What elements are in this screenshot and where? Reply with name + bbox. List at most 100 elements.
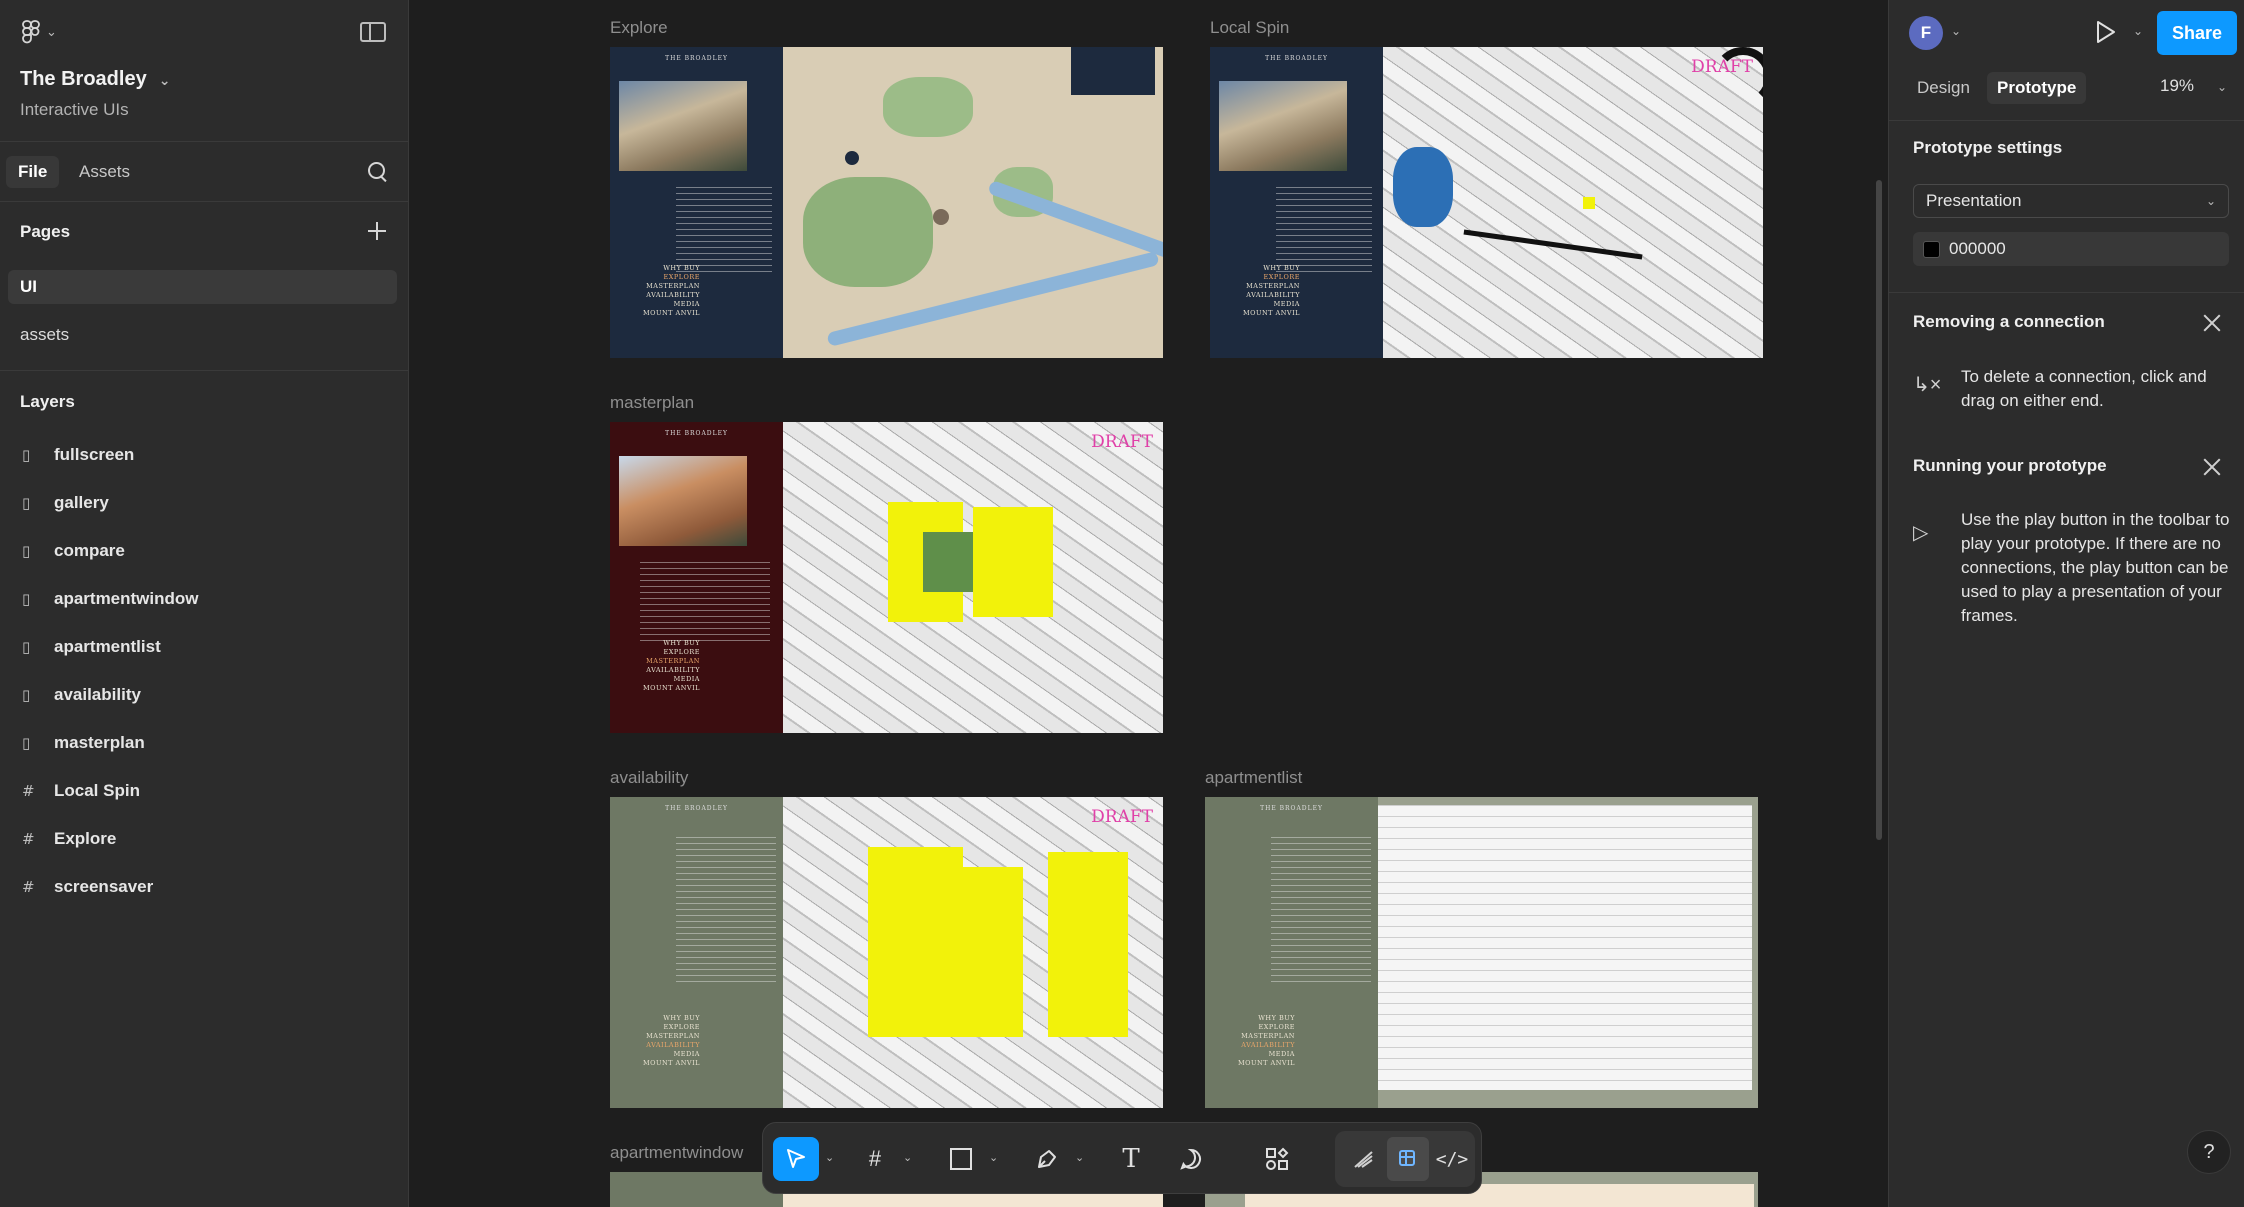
- comment-tool-button[interactable]: [1169, 1137, 1213, 1181]
- device-select[interactable]: Presentation ⌄: [1913, 184, 2229, 218]
- draw-mode-button[interactable]: [1343, 1137, 1385, 1181]
- close-icon[interactable]: [2203, 458, 2221, 476]
- frame-local-spin[interactable]: THE BROADLEY WHY BUY EXPLORE MASTERPLAN …: [1210, 47, 1763, 358]
- project-name-button[interactable]: The Broadley ⌄: [20, 68, 170, 91]
- chevron-down-icon[interactable]: ⌄: [2217, 80, 2227, 94]
- highlight-building: [963, 867, 1023, 1037]
- layer-label: Explore: [54, 829, 117, 848]
- frame-tool-button[interactable]: #: [853, 1137, 897, 1181]
- chevron-down-icon[interactable]: ⌄: [1951, 24, 1961, 38]
- running-prototype-heading: Running your prototype: [1913, 456, 2107, 475]
- pages-heading: Pages: [20, 222, 71, 241]
- dev-mode-button[interactable]: </>: [1431, 1137, 1473, 1181]
- layer-item[interactable]: ▯ masterplan: [22, 728, 145, 758]
- page-item-ui[interactable]: UI: [8, 270, 397, 304]
- frame-label-local-spin[interactable]: Local Spin: [1210, 18, 1289, 38]
- close-icon[interactable]: [2203, 314, 2221, 332]
- menu-item: EXPLORE: [663, 1023, 700, 1031]
- left-tabs: File Assets: [0, 142, 408, 202]
- canvas[interactable]: Explore THE BROADLEY WHY BUY EXPLORE MAS…: [410, 0, 1888, 1207]
- menu-item: AVAILABILITY: [1241, 1041, 1295, 1049]
- frame-sidebar: THE BROADLEY WHY BUY EXPLORE MASTERPLAN …: [610, 422, 783, 733]
- layer-item[interactable]: # screensaver: [22, 872, 153, 902]
- layer-item[interactable]: ▯ fullscreen: [22, 440, 134, 470]
- map-marker: [845, 151, 859, 165]
- add-page-icon[interactable]: [368, 222, 386, 240]
- frame-apartmentlist[interactable]: THE BROADLEY WHY BUY EXPLORE MASTERPLAN …: [1205, 797, 1758, 1108]
- frame-label-availability[interactable]: availability: [610, 768, 688, 788]
- component-icon: ▯: [22, 494, 31, 512]
- menu-item: MEDIA: [1268, 1050, 1295, 1058]
- zoom-level[interactable]: 19%: [2160, 76, 2194, 96]
- layer-label: availability: [54, 685, 141, 704]
- frame-label-apartmentlist[interactable]: apartmentlist: [1205, 768, 1302, 788]
- prototype-settings-heading: Prototype settings: [1913, 138, 2063, 157]
- bottom-toolbar: ⌄ # ⌄ ⌄ ⌄ T </>: [762, 1122, 1482, 1194]
- frame-sidebar: THE BROADLEY WHY BUY EXPLORE MASTERPLAN …: [1205, 797, 1378, 1108]
- apartment-table: [1378, 805, 1752, 1090]
- move-tool-button[interactable]: [773, 1137, 819, 1181]
- tab-design[interactable]: Design: [1907, 72, 1980, 104]
- chevron-down-icon: ⌄: [46, 24, 57, 39]
- resources-icon: [1266, 1147, 1289, 1170]
- frame-explore[interactable]: THE BROADLEY WHY BUY EXPLORE MASTERPLAN …: [610, 47, 1163, 358]
- project-name: The Broadley: [20, 68, 147, 90]
- menu-item: WHY BUY: [663, 1014, 700, 1022]
- layer-item[interactable]: ▯ availability: [22, 680, 141, 710]
- frame-masterplan[interactable]: THE BROADLEY WHY BUY EXPLORE MASTERPLAN …: [610, 422, 1163, 733]
- menu-item: AVAILABILITY: [1246, 291, 1300, 299]
- layer-item[interactable]: ▯ apartmentlist: [22, 632, 161, 662]
- menu-item: MASTERPLAN: [1246, 282, 1300, 290]
- color-swatch[interactable]: [1923, 241, 1940, 258]
- tab-prototype[interactable]: Prototype: [1987, 72, 2087, 104]
- layer-label: gallery: [54, 493, 109, 512]
- component-icon: ▯: [22, 590, 31, 608]
- chevron-down-icon[interactable]: ⌄: [989, 1151, 998, 1164]
- layer-item[interactable]: ▯ apartmentwindow: [22, 584, 199, 614]
- menu-item: EXPLORE: [1263, 273, 1300, 281]
- frame-availability[interactable]: THE BROADLEY WHY BUY EXPLORE MASTERPLAN …: [610, 797, 1163, 1108]
- layer-item[interactable]: ▯ gallery: [22, 488, 109, 518]
- background-color-field[interactable]: 000000: [1913, 232, 2229, 266]
- tab-assets[interactable]: Assets: [67, 156, 142, 188]
- chevron-down-icon[interactable]: ⌄: [903, 1151, 912, 1164]
- shape-tool-button[interactable]: [939, 1137, 983, 1181]
- menu-item: MASTERPLAN: [1241, 1032, 1295, 1040]
- main-menu-button[interactable]: ⌄: [22, 20, 57, 44]
- map-marker: [933, 209, 949, 225]
- divider: [1889, 120, 2244, 121]
- search-icon[interactable]: [368, 162, 388, 182]
- layer-item[interactable]: # Local Spin: [22, 776, 140, 806]
- text-lines: [640, 562, 770, 642]
- background-color-value: 000000: [1949, 239, 2006, 258]
- help-button[interactable]: ?: [2187, 1130, 2231, 1174]
- divider: [0, 370, 409, 371]
- toggle-sidebar-icon[interactable]: [360, 22, 386, 42]
- component-icon: ▯: [22, 638, 31, 656]
- frame-sidebar: THE BROADLEY WHY BUY EXPLORE MASTERPLAN …: [610, 47, 783, 358]
- text-tool-button[interactable]: T: [1109, 1137, 1153, 1181]
- menu-item: EXPLORE: [1258, 1023, 1295, 1031]
- play-button[interactable]: [2089, 16, 2121, 48]
- avatar[interactable]: F: [1909, 16, 1943, 50]
- layer-item[interactable]: ▯ compare: [22, 536, 125, 566]
- removing-connection-text: To delete a connection, click and drag o…: [1961, 367, 2207, 410]
- frame-label-masterplan[interactable]: masterplan: [610, 393, 694, 413]
- canvas-scrollbar[interactable]: [1876, 180, 1882, 840]
- design-mode-button[interactable]: [1387, 1137, 1429, 1181]
- tab-file[interactable]: File: [6, 156, 60, 188]
- lake-shape: [1393, 147, 1453, 227]
- frame-label-explore[interactable]: Explore: [610, 18, 668, 38]
- chevron-down-icon[interactable]: ⌄: [2133, 24, 2143, 38]
- chevron-down-icon[interactable]: ⌄: [825, 1151, 834, 1164]
- chevron-down-icon[interactable]: ⌄: [1075, 1151, 1084, 1164]
- menu-item: MASTERPLAN: [646, 282, 700, 290]
- map-3d-image: [1383, 47, 1763, 358]
- layer-item[interactable]: # Explore: [22, 824, 116, 854]
- pen-tool-button[interactable]: [1025, 1137, 1069, 1181]
- resources-button[interactable]: [1255, 1137, 1299, 1181]
- frame-label-apartmentwindow[interactable]: apartmentwindow: [610, 1143, 743, 1163]
- share-button[interactable]: Share: [2157, 11, 2237, 55]
- page-item-assets[interactable]: assets: [8, 318, 397, 352]
- brand-text: THE BROADLEY: [1260, 805, 1323, 812]
